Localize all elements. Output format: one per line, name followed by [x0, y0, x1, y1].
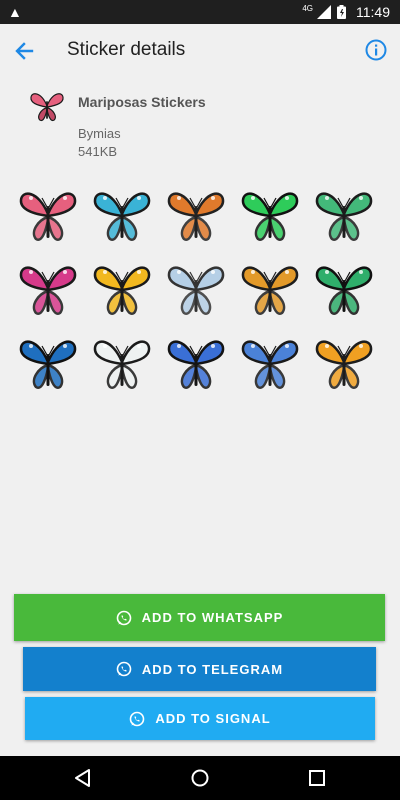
info-icon[interactable]	[364, 38, 388, 62]
app-bar: Sticker details	[0, 24, 400, 76]
sticker-butterfly-1[interactable]	[16, 184, 80, 248]
whatsapp-button-label: ADD TO WHATSAPP	[141, 610, 284, 625]
sticker-butterfly-13[interactable]	[164, 332, 228, 396]
sticker-butterfly-15[interactable]	[312, 332, 376, 396]
sticker-butterfly-5[interactable]	[312, 184, 376, 248]
sticker-butterfly-11[interactable]	[16, 332, 80, 396]
sticker-butterfly-8[interactable]	[164, 258, 228, 322]
nav-back-icon[interactable]	[73, 768, 93, 788]
sticker-butterfly-4[interactable]	[238, 184, 302, 248]
add-to-whatsapp-button[interactable]: ADD TO WHATSAPP	[14, 594, 385, 641]
network-type: 4G	[302, 3, 313, 13]
whatsapp-icon	[116, 610, 131, 625]
pack-header: Mariposas Stickers Bymias 541KB	[0, 88, 400, 168]
battery-icon	[337, 5, 346, 19]
signal-button-label: ADD TO SIGNAL	[155, 711, 271, 726]
sticker-butterfly-7[interactable]	[90, 258, 154, 322]
add-to-telegram-button[interactable]: ADD TO TELEGRAM	[23, 647, 376, 691]
warning-icon: ▲	[8, 4, 22, 20]
nav-recents-icon[interactable]	[308, 769, 326, 787]
signal-icon	[317, 5, 331, 19]
sticker-butterfly-6[interactable]	[16, 258, 80, 322]
status-bar: ▲ 4G 11:49	[0, 0, 400, 24]
whatsapp-icon	[130, 711, 145, 726]
page-title: Sticker details	[67, 39, 186, 60]
telegram-button-label: ADD TO TELEGRAM	[141, 661, 284, 677]
sticker-butterfly-12[interactable]	[90, 332, 154, 396]
tray-butterfly-icon	[30, 93, 64, 122]
system-nav-bar	[0, 756, 400, 800]
sticker-butterfly-3[interactable]	[164, 184, 228, 248]
arrow-back-icon[interactable]	[12, 38, 38, 64]
pack-name: Mariposas Stickers	[78, 94, 206, 110]
add-to-signal-button[interactable]: ADD TO SIGNAL	[25, 697, 375, 740]
whatsapp-icon	[116, 661, 132, 677]
pack-size: 541KB	[78, 144, 118, 159]
pack-publisher: Bymias	[78, 126, 121, 141]
sticker-butterfly-9[interactable]	[238, 258, 302, 322]
sticker-butterfly-2[interactable]	[90, 184, 154, 248]
clock: 11:49	[356, 4, 390, 20]
sticker-butterfly-10[interactable]	[312, 258, 376, 322]
sticker-butterfly-14[interactable]	[238, 332, 302, 396]
nav-home-icon[interactable]	[190, 768, 210, 788]
